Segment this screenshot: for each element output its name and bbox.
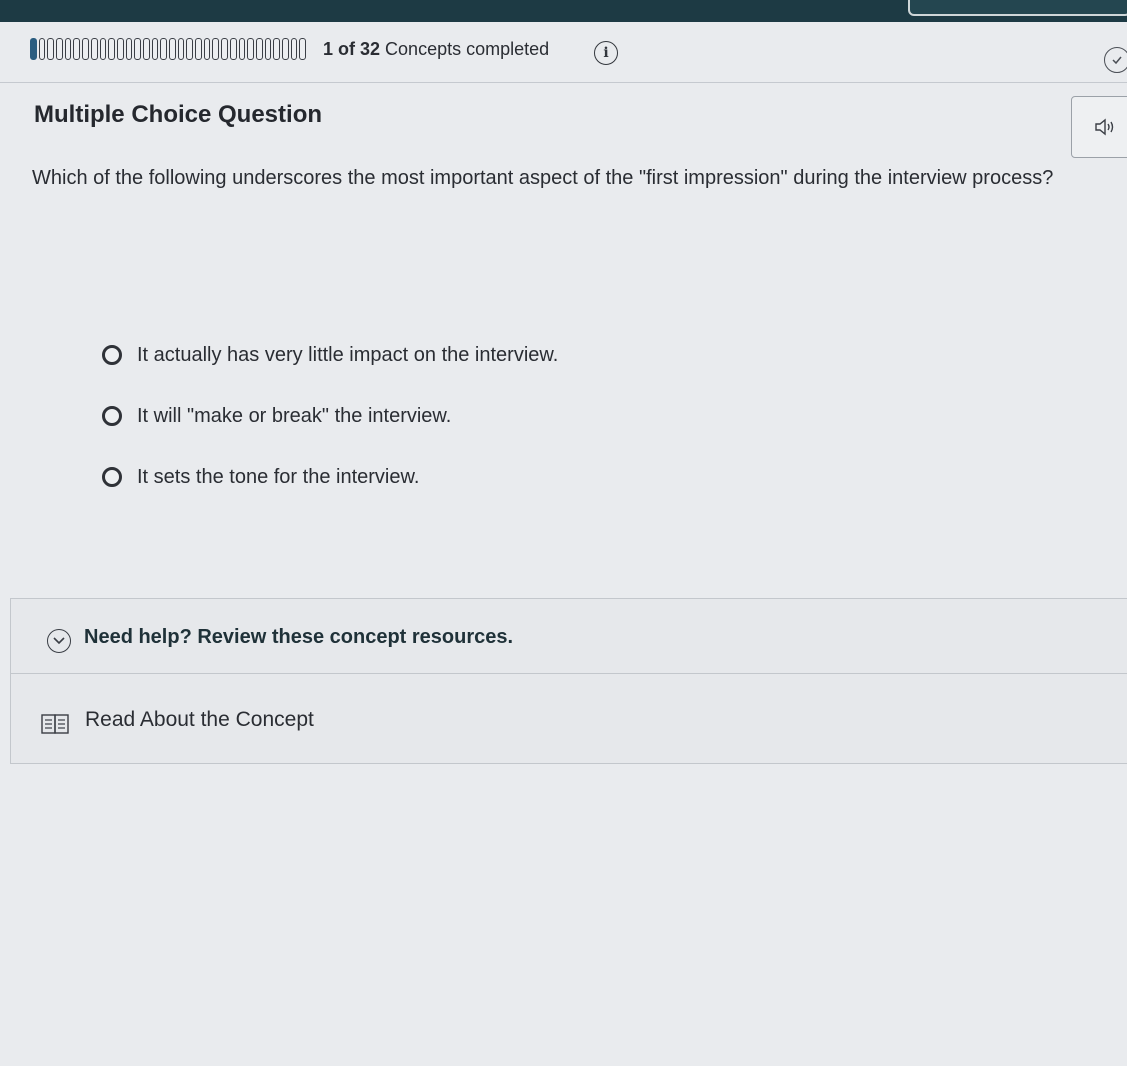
- progress-segment: [229, 38, 237, 60]
- info-icon[interactable]: i: [594, 41, 618, 65]
- question-type-heading: Multiple Choice Question: [34, 101, 323, 128]
- progress-segment: [195, 38, 202, 60]
- header-divider: [0, 82, 1127, 83]
- progress-segment: [90, 38, 98, 60]
- progress-segment: [160, 38, 167, 60]
- resource-label: Read About the Concept: [85, 708, 314, 731]
- radio-button[interactable]: [102, 345, 122, 365]
- progress-segment: [30, 38, 37, 60]
- progress-segment: [82, 38, 89, 60]
- progress-segment: [64, 38, 72, 60]
- answer-option-label: It sets the tone for the interview.: [137, 465, 420, 488]
- progress-segment: [255, 38, 263, 60]
- progress-segment: [177, 38, 185, 60]
- help-panel: Need help? Review these concept resource…: [10, 598, 1127, 764]
- progress-suffix: Concepts completed: [385, 39, 550, 59]
- progress-segment: [134, 38, 141, 60]
- progress-segment: [273, 38, 280, 60]
- check-circle-icon[interactable]: [1104, 47, 1127, 73]
- answer-option[interactable]: It sets the tone for the interview.: [102, 462, 802, 492]
- read-aloud-button[interactable]: [1071, 96, 1127, 158]
- progress-segment: [212, 38, 220, 60]
- progress-segment: [151, 38, 159, 60]
- progress-segment: [116, 38, 124, 60]
- progress-segment: [264, 38, 272, 60]
- radio-button[interactable]: [102, 406, 122, 426]
- answer-option[interactable]: It will "make or break" the interview.: [102, 401, 802, 431]
- radio-button[interactable]: [102, 467, 122, 487]
- progress-segment: [125, 38, 133, 60]
- progress-segment: [203, 38, 211, 60]
- help-title: Need help? Review these concept resource…: [84, 626, 514, 648]
- answer-options: It actually has very little impact on th…: [102, 340, 802, 523]
- progress-segment: [169, 38, 176, 60]
- answer-option-label: It actually has very little impact on th…: [137, 343, 559, 366]
- answer-option-label: It will "make or break" the interview.: [137, 404, 452, 427]
- progress-segment: [299, 38, 306, 60]
- progress-bar: [30, 38, 306, 60]
- question-prompt: Which of the following underscores the m…: [32, 167, 1054, 189]
- progress-segment: [186, 38, 194, 60]
- progress-count: 1 of 32: [323, 39, 381, 59]
- progress-segment: [47, 38, 55, 60]
- progress-segment: [238, 38, 246, 60]
- progress-segment: [99, 38, 107, 60]
- progress-segment: [247, 38, 254, 60]
- progress-segment: [108, 38, 115, 60]
- progress-segment: [281, 38, 289, 60]
- progress-segment: [38, 38, 46, 60]
- top-tab[interactable]: [908, 0, 1127, 16]
- progress-segment: [73, 38, 81, 60]
- answer-option[interactable]: It actually has very little impact on th…: [102, 340, 802, 370]
- progress-segment: [221, 38, 228, 60]
- progress-segment: [142, 38, 150, 60]
- progress-segment: [290, 38, 298, 60]
- book-icon: [41, 714, 69, 734]
- help-toggle[interactable]: Need help? Review these concept resource…: [11, 599, 1127, 674]
- progress-segment: [56, 38, 63, 60]
- speaker-icon: [1095, 118, 1114, 136]
- progress-text: 1 of 32 Concepts completed: [323, 39, 549, 60]
- resource-link-read-about-concept[interactable]: Read About the Concept: [11, 675, 1127, 764]
- chevron-down-icon[interactable]: [47, 629, 71, 653]
